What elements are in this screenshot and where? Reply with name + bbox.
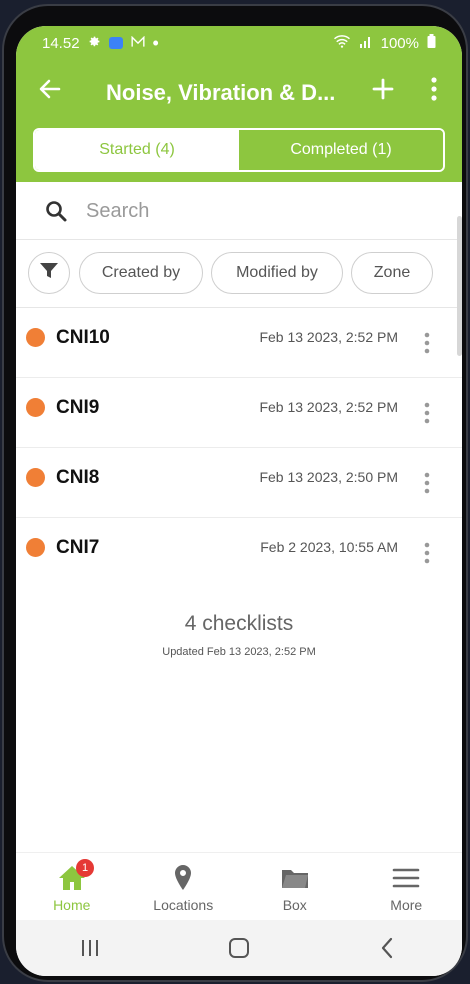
wifi-icon: [333, 34, 351, 52]
dot-icon: •: [152, 32, 159, 53]
checklist-name: CNI9: [56, 397, 100, 418]
signal-icon: [359, 34, 373, 52]
checklist-date: Feb 13 2023, 2:52 PM: [259, 329, 398, 345]
tab-completed[interactable]: Completed (1): [239, 130, 443, 170]
status-dot: [26, 328, 45, 347]
status-bar: 14.52 • 100%: [16, 26, 462, 60]
page-title: Noise, Vibration & D...: [106, 80, 336, 105]
status-dot: [26, 398, 45, 417]
checklist-date: Feb 13 2023, 2:52 PM: [259, 399, 398, 415]
checklist-count: 4 checklists: [184, 612, 294, 635]
scrollbar[interactable]: [457, 216, 462, 356]
nav-box[interactable]: Box: [239, 853, 351, 920]
checklist-name: CNI7: [56, 537, 100, 558]
nav-home[interactable]: 1 Home: [16, 853, 128, 920]
menu-icon: [391, 863, 421, 893]
nav-label: Box: [282, 897, 307, 913]
add-icon[interactable]: [370, 76, 396, 102]
list-summary: 4 checklists Updated Feb 13 2023, 2:52 P…: [16, 612, 462, 658]
nav-locations[interactable]: Locations: [128, 853, 240, 920]
notification-badge: 1: [76, 859, 94, 877]
search-bar[interactable]: Search: [16, 182, 462, 240]
list-item[interactable]: CNI9 Feb 13 2023, 2:52 PM: [16, 378, 462, 448]
app-bar: Noise, Vibration & D...: [16, 60, 462, 126]
folder-icon: [280, 863, 310, 893]
mail-icon: [131, 35, 145, 52]
checklist-list: CNI10 Feb 13 2023, 2:52 PM CNI9 Feb 13 2…: [16, 308, 462, 588]
filter-button[interactable]: [28, 252, 70, 294]
overflow-menu-icon[interactable]: [424, 76, 444, 102]
system-nav-bar: [16, 920, 462, 976]
item-menu-icon[interactable]: [420, 400, 434, 426]
filter-bar: Created by Modified by Zone: [16, 240, 462, 308]
filter-chip-created-by[interactable]: Created by: [79, 252, 203, 294]
phone-frame: 14.52 • 100% Noise, Vibration & D... Sta…: [2, 4, 468, 982]
settings-gear-icon: [88, 35, 101, 52]
tabs-bar: Started (4) Completed (1): [16, 126, 462, 182]
screen: 14.52 • 100% Noise, Vibration & D... Sta…: [16, 26, 462, 976]
app-notification-icon: [108, 37, 123, 49]
checklist-name: CNI8: [56, 467, 100, 488]
battery-icon: [427, 34, 436, 52]
nav-label: More: [390, 897, 423, 913]
list-item[interactable]: CNI10 Feb 13 2023, 2:52 PM: [16, 308, 462, 378]
nav-label: Home: [53, 897, 91, 913]
list-item[interactable]: CNI8 Feb 13 2023, 2:50 PM: [16, 448, 462, 518]
recent-apps-icon[interactable]: [77, 935, 103, 961]
filter-chip-zone[interactable]: Zone: [351, 252, 433, 294]
segmented-tabs: Started (4) Completed (1): [33, 128, 445, 172]
search-input[interactable]: Search: [86, 200, 149, 223]
filter-chip-modified-by[interactable]: Modified by: [211, 252, 343, 294]
nav-more[interactable]: More: [351, 853, 463, 920]
item-menu-icon[interactable]: [420, 330, 434, 356]
tab-started[interactable]: Started (4): [35, 130, 239, 170]
status-dot: [26, 468, 45, 487]
back-arrow-icon[interactable]: [38, 77, 62, 101]
checklist-date: Feb 13 2023, 2:50 PM: [259, 469, 398, 485]
item-menu-icon[interactable]: [420, 540, 434, 566]
home-button-icon[interactable]: [226, 935, 252, 961]
bottom-nav: 1 Home Locations Box More: [16, 852, 462, 920]
search-icon: [44, 199, 68, 223]
checklist-date: Feb 2 2023, 10:55 AM: [260, 539, 398, 555]
last-updated: Updated Feb 13 2023, 2:52 PM: [162, 646, 316, 658]
status-dot: [26, 538, 45, 557]
checklist-name: CNI10: [56, 327, 110, 348]
battery-level: 100%: [380, 34, 419, 52]
item-menu-icon[interactable]: [420, 470, 434, 496]
list-item[interactable]: CNI7 Feb 2 2023, 10:55 AM: [16, 518, 462, 588]
funnel-icon: [39, 262, 59, 285]
system-back-icon[interactable]: [375, 935, 401, 961]
status-time: 14.52: [42, 34, 80, 52]
location-pin-icon: [168, 863, 198, 893]
nav-label: Locations: [153, 897, 214, 913]
